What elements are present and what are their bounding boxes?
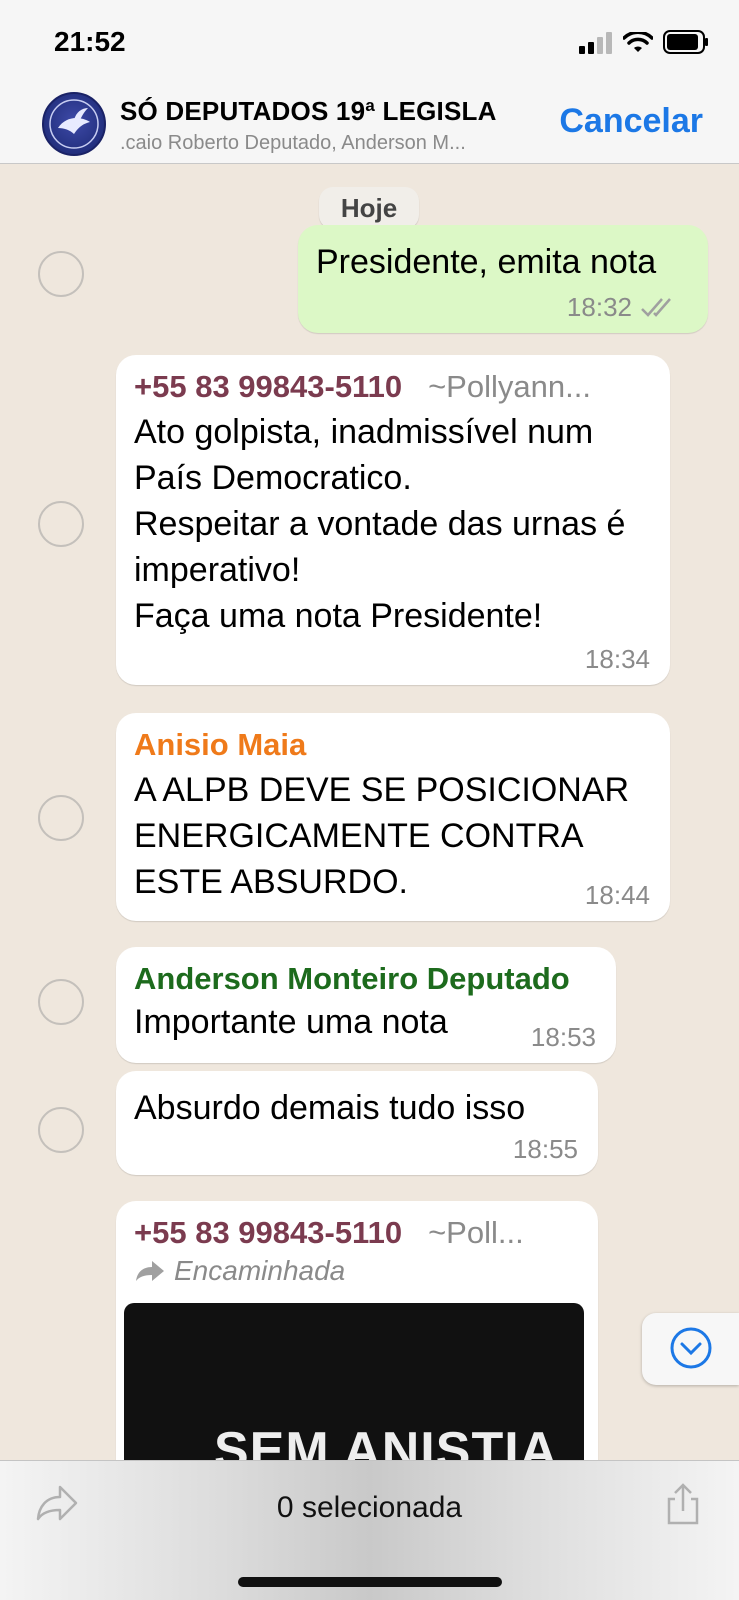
message-bubble[interactable]: Anisio Maia A ALPB DEVE SE POSICIONAR EN… [116,713,670,921]
scroll-to-bottom-button[interactable] [642,1313,739,1385]
message-time: 18:55 [512,1134,578,1164]
message-bubble[interactable]: Absurdo demais tudo isso 18:55 [116,1071,598,1175]
message-line: ESTE ABSURDO. [134,863,408,901]
message-sender[interactable]: Anisio Maia [134,727,652,763]
select-circle[interactable] [38,251,84,297]
message-line: ENERGICAMENTE CONTRA [134,817,584,855]
group-members[interactable]: .caio Roberto Deputado, Anderson M... [120,132,466,155]
select-circle[interactable] [38,501,84,547]
message-text: Absurdo demais tudo isso [134,1089,526,1127]
signal-icon [579,32,612,54]
chat-header: SÓ DEPUTADOS 19ª LEGISLA .caio Roberto D… [0,84,739,164]
select-circle[interactable] [38,979,84,1025]
forwarded-image[interactable]: SEM ANISTIA [124,1303,584,1460]
message-sender: +55 83 99843-5110 ~Pollyann... [134,369,652,405]
message-text: Ato golpista, inadmissível num País Demo… [134,409,652,639]
sender-alias: ~Pollyann... [428,369,591,404]
message-bubble[interactable]: Presidente, emita nota 18:32 [298,225,708,333]
double-check-icon [641,297,671,317]
selection-toolbar: 0 selecionada [0,1460,739,1600]
battery-icon [663,30,708,54]
status-bar: 21:52 [0,0,739,84]
message-time: 18:44 [584,880,650,910]
message-time: 18:32 [566,292,632,322]
share-button[interactable] [663,1483,703,1530]
group-avatar[interactable] [42,92,106,156]
message-bubble[interactable]: +55 83 99843-5110 ~Poll... Encaminhada SE… [116,1201,598,1460]
message-bubble[interactable]: Anderson Monteiro Deputado Importante um… [116,947,616,1063]
message-sender[interactable]: Anderson Monteiro Deputado [134,961,598,997]
sender-phone[interactable]: +55 83 99843-5110 [134,369,402,404]
select-circle[interactable] [38,1107,84,1153]
chevron-down-icon [670,1327,711,1368]
message-text: A ALPB DEVE SE POSICIONAR ENERGICAMENTE … [134,767,652,905]
status-icons [579,30,709,54]
forwarded-text: Encaminhada [174,1255,346,1286]
sender-phone[interactable]: +55 83 99843-5110 [134,1215,402,1250]
message-line: Faça uma nota Presidente! [134,597,543,635]
message-line: imperativo! [134,551,301,589]
dove-logo-icon [49,99,99,149]
selected-count: 0 selecionada [276,1491,463,1524]
forwarded-label: Encaminhada [134,1255,580,1287]
message-line: País Democratico. [134,459,412,497]
message-line: Ato golpista, inadmissível num [134,413,594,451]
message-time: 18:53 [530,1022,596,1052]
forward-arrow-icon [136,1261,164,1281]
message-bubble[interactable]: +55 83 99843-5110 ~Pollyann... Ato golpis… [116,355,670,685]
wifi-icon [623,32,653,52]
date-separator: Hoje [319,187,419,229]
select-circle[interactable] [38,795,84,841]
share-icon [667,1483,699,1525]
message-text: Presidente, emita nota [316,243,657,281]
chat-area[interactable]: Hoje Presidente, emita nota 18:32 +55 83… [0,165,739,1460]
message-sender: +55 83 99843-5110 ~Poll... [134,1215,580,1251]
message-line: Respeitar a vontade das urnas é [134,505,626,543]
message-text: Importante uma nota [134,1003,448,1041]
image-caption: SEM ANISTIA [214,1422,559,1460]
message-time: 18:34 [584,644,650,674]
status-time: 21:52 [54,26,126,57]
message-line: A ALPB DEVE SE POSICIONAR [134,771,630,809]
group-title[interactable]: SÓ DEPUTADOS 19ª LEGISLA [120,96,497,127]
sender-alias: ~Poll... [428,1215,524,1250]
cancel-button[interactable]: Cancelar [559,102,703,141]
home-indicator [238,1577,502,1587]
